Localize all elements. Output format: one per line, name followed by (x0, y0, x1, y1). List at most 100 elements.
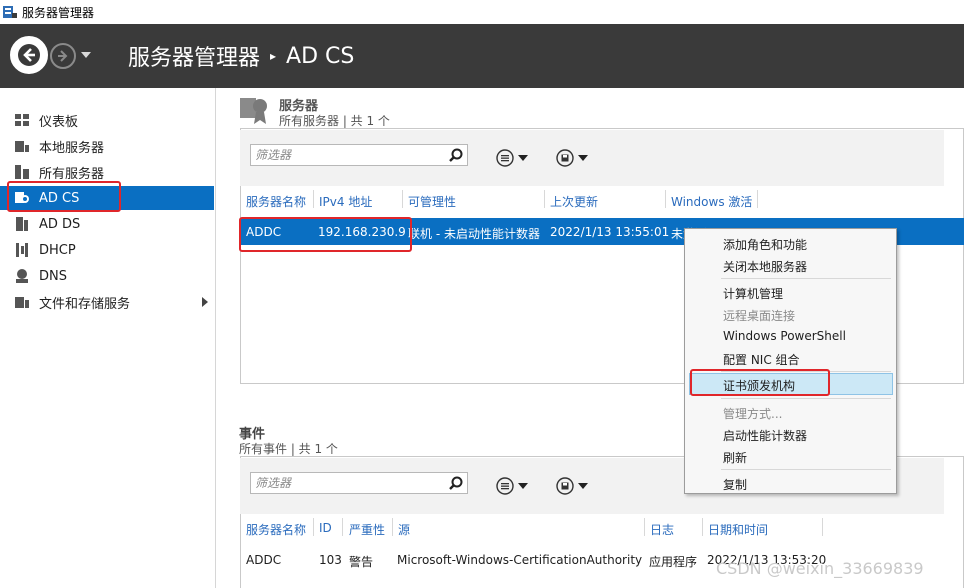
servers-filterbar: 筛选器 (240, 130, 944, 186)
column-divider (702, 518, 703, 536)
save-query-button[interactable] (556, 149, 588, 167)
sidebar-item-dns[interactable]: DNS (0, 264, 214, 288)
window-title: 服务器管理器 (22, 5, 95, 20)
column-divider (313, 518, 314, 536)
breadcrumb-app[interactable]: 服务器管理器 (128, 40, 260, 72)
search-icon[interactable] (449, 148, 463, 162)
events-filter-input[interactable]: 筛选器 (250, 472, 468, 494)
manageability-cell: 联机 - 未启动性能计数器 (408, 227, 540, 241)
col-event-severity[interactable]: 严重性 (349, 521, 385, 538)
save-icon (556, 477, 574, 495)
caret-down-icon (518, 483, 528, 489)
column-divider (402, 190, 403, 208)
save-icon (556, 149, 574, 167)
menu-separator (721, 398, 891, 399)
list-icon (496, 149, 514, 167)
sidebar: 仪表板 本地服务器 所有服务器 AD CS AD DS DHCP DNS 文件和… (0, 88, 216, 588)
sidebar-item-label: DNS (39, 268, 67, 284)
last-update-cell: 2022/1/13 13:55:01 (550, 225, 670, 239)
arrow-left-icon (18, 44, 40, 66)
menu-item-refresh[interactable]: 刷新 (723, 449, 747, 466)
col-server-name[interactable]: 服务器名称 (246, 193, 306, 210)
local-server-icon (14, 138, 30, 154)
sidebar-item-label: 所有服务器 (39, 166, 105, 182)
save-query-button[interactable] (556, 477, 588, 495)
context-menu: 添加角色和功能 关闭本地服务器 计算机管理 远程桌面连接 Windows Pow… (684, 228, 897, 494)
col-event-source[interactable]: 源 (398, 521, 410, 538)
column-divider (665, 190, 666, 208)
column-divider (392, 518, 393, 536)
dashboard-icon (14, 112, 30, 128)
menu-item-add-roles[interactable]: 添加角色和功能 (723, 236, 807, 253)
event-source-cell: Microsoft-Windows-CertificationAuthority (397, 553, 643, 567)
back-button[interactable] (10, 36, 48, 74)
col-windows-activation[interactable]: Windows 激活 (671, 193, 752, 210)
breadcrumb-separator: ▸ (270, 49, 277, 63)
all-servers-icon (14, 164, 30, 180)
breadcrumb: 服务器管理器 ▸ AD CS (128, 40, 354, 72)
filter-placeholder: 筛选器 (255, 476, 292, 490)
col-event-log[interactable]: 日志 (650, 521, 674, 538)
history-dropdown-icon[interactable] (80, 51, 92, 59)
event-severity-cell: 警告 (349, 555, 374, 569)
filter-placeholder: 筛选器 (255, 148, 292, 162)
menu-item-shutdown-local-server[interactable]: 关闭本地服务器 (723, 258, 807, 275)
menu-item-powershell[interactable]: Windows PowerShell (723, 329, 846, 343)
arrow-right-icon (58, 50, 68, 62)
annotation-box-server-row (239, 217, 412, 252)
servers-section-subtitle: 所有服务器 | 共 1 个 (279, 114, 390, 128)
forward-button[interactable] (50, 43, 76, 69)
menu-item-start-perf-counters[interactable]: 启动性能计数器 (723, 427, 807, 444)
column-divider (644, 518, 645, 536)
watermark: CSDN @weixin_33669839 (716, 559, 924, 578)
header: 服务器管理器 ▸ AD CS (0, 24, 964, 88)
sidebar-item-adds[interactable]: AD DS (0, 212, 214, 236)
menu-item-configure-nic-teaming[interactable]: 配置 NIC 组合 (723, 351, 800, 368)
sidebar-item-local-server[interactable]: 本地服务器 (0, 134, 214, 158)
title-bar: 服务器管理器 (0, 0, 964, 24)
col-event-datetime[interactable]: 日期和时间 (708, 521, 768, 538)
menu-item-copy[interactable]: 复制 (723, 476, 747, 493)
sidebar-item-label: 本地服务器 (39, 140, 105, 156)
sidebar-item-dashboard[interactable]: 仪表板 (0, 108, 214, 132)
col-last-update[interactable]: 上次更新 (550, 193, 598, 210)
annotation-box-cert-authority (690, 369, 830, 396)
column-divider (342, 518, 343, 536)
servers-filter-input[interactable]: 筛选器 (250, 144, 468, 166)
search-icon[interactable] (449, 476, 463, 490)
event-server-cell: ADDC (246, 553, 282, 567)
list-icon (496, 477, 514, 495)
sidebar-item-label: AD DS (39, 216, 81, 232)
sidebar-item-label: DHCP (39, 242, 76, 258)
menu-item-manage-as: 管理方式... (723, 407, 783, 421)
col-event-server-name[interactable]: 服务器名称 (246, 521, 306, 538)
col-manageability[interactable]: 可管理性 (408, 193, 456, 210)
caret-down-icon (518, 155, 528, 161)
adds-icon (14, 216, 30, 232)
menu-separator (721, 469, 891, 470)
annotation-box-adcs (7, 181, 121, 212)
event-id-cell: 103 (319, 553, 342, 567)
menu-item-remote-desktop: 远程桌面连接 (723, 309, 796, 323)
col-event-id[interactable]: ID (319, 521, 332, 535)
event-log-cell: 应用程序 (649, 555, 698, 569)
menu-item-computer-management[interactable]: 计算机管理 (723, 285, 783, 302)
list-options-button[interactable] (496, 149, 528, 167)
column-divider (313, 190, 314, 208)
events-section-subtitle: 所有事件 | 共 1 个 (239, 442, 338, 456)
column-divider (822, 518, 823, 536)
breadcrumb-current: AD CS (286, 43, 355, 69)
sidebar-item-dhcp[interactable]: DHCP (0, 238, 214, 262)
sidebar-item-label: 仪表板 (39, 114, 79, 130)
dns-icon (14, 268, 30, 284)
sidebar-item-file-storage[interactable]: 文件和存储服务 (0, 290, 214, 314)
sidebar-item-label: 文件和存储服务 (39, 296, 131, 312)
file-storage-icon (14, 294, 30, 310)
chevron-right-icon[interactable] (202, 297, 208, 307)
column-divider (544, 190, 545, 208)
list-options-button[interactable] (496, 477, 528, 495)
menu-separator (721, 278, 891, 279)
col-ipv4[interactable]: IPv4 地址 (319, 193, 372, 210)
column-divider (757, 190, 758, 208)
caret-down-icon (578, 483, 588, 489)
